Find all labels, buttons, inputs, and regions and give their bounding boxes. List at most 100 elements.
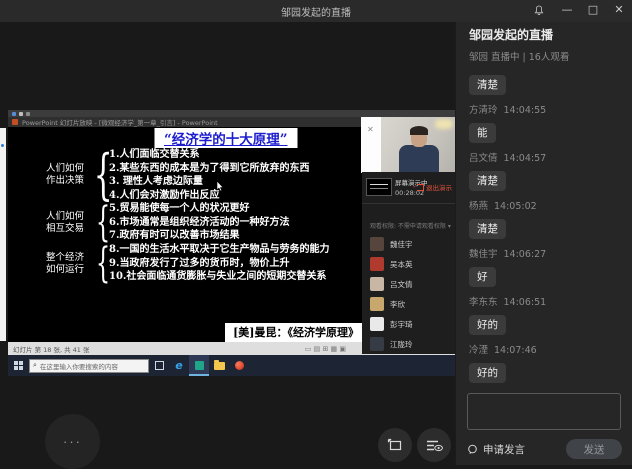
qat-icon [26, 112, 30, 116]
exit-presentation-label: 退出演示 [426, 182, 452, 192]
avatar [370, 317, 384, 331]
avatar [370, 257, 384, 271]
member-row[interactable]: 江陇玲 [362, 334, 455, 354]
member-name: 彭宇琦 [390, 319, 413, 330]
message-sender: 杨燕 [469, 201, 488, 212]
start-button-icon [14, 361, 24, 371]
avatar [370, 277, 384, 291]
chat-message: 吕文倩 14:04:57 清楚 [469, 150, 620, 191]
stream-title: 邹园发起的直播 [469, 26, 620, 43]
panel-tabs [362, 204, 455, 219]
minimize-button[interactable]: — [560, 3, 574, 17]
taskbar-search-box: ⌕ 在这里输入你要搜索的内容 [29, 359, 149, 373]
task-view-icon [149, 355, 169, 376]
exit-presentation-button[interactable]: 退出演示 [417, 182, 452, 192]
ppt-view-icons: ▭ ▤ ⊞ ▦ ▣ [305, 345, 346, 353]
share-status-row: 屏幕演示中 00:28:02 退出演示 [362, 172, 455, 202]
speak-bubble-icon [467, 444, 478, 455]
more-options-button[interactable]: ··· [45, 414, 100, 469]
group-label: 人们如何 作出决策 [46, 163, 98, 187]
group-brace: { [98, 148, 109, 202]
message-bubble: 能 [469, 123, 496, 143]
windows-taskbar: ⌕ 在这里输入你要搜索的内容 e [8, 355, 455, 376]
maximize-button[interactable]: □ [586, 3, 600, 17]
popup-close-icon[interactable]: ✕ [367, 125, 374, 134]
message-sender: 冷湮 [469, 345, 488, 356]
chat-sidebar: 邹园发起的直播 邹园 直播中 | 16人观看 清楚 方清玲14:04:55 能 … [455, 0, 632, 465]
message-sender: 方清玲 [469, 105, 498, 116]
stream-status: 邹园 直播中 | 16人观看 [469, 49, 620, 63]
popup-edge: ✕ [361, 117, 381, 173]
member-name: 吕文倩 [390, 279, 413, 290]
apply-to-speak-button[interactable]: 申请发言 [467, 442, 525, 457]
qat-icon [19, 112, 23, 116]
member-row[interactable]: 彭宇琦 [362, 314, 455, 334]
apply-to-speak-label: 申请发言 [483, 442, 525, 457]
message-meta: 方清玲14:04:55 [469, 102, 620, 116]
message-meta: 魏佳宇14:06:27 [469, 246, 620, 260]
list-eye-icon [426, 439, 443, 452]
chat-message-list[interactable]: 清楚 方清玲14:04:55 能 吕文倩 14:04:57 清楚 杨燕 14:05:… [469, 73, 620, 389]
live-control-panel: 屏幕演示中 00:28:02 退出演示 观看权限: 不需申请观看权限 ▾ 魏佳宇… [362, 172, 455, 354]
share-thumbnail [366, 178, 392, 196]
send-button[interactable]: 发送 [566, 439, 622, 459]
slide-title: “经济学的十大原理” [154, 128, 298, 148]
edge-browser-icon: e [169, 355, 189, 376]
qat-icon [12, 112, 16, 116]
message-bubble: 好的 [469, 363, 506, 383]
toggle-member-panel-button[interactable] [417, 428, 451, 462]
message-sender: 吕文倩 [469, 153, 498, 164]
chat-message: 清楚 [469, 73, 620, 95]
message-sender: 李东东 [469, 297, 498, 308]
message-time: 14:04:57 [504, 153, 547, 164]
file-explorer-icon [209, 355, 229, 376]
presenter-body [399, 145, 439, 173]
member-name: 李欣 [390, 299, 405, 310]
member-row[interactable]: 吕文倩 [362, 274, 455, 294]
switch-presentation-button[interactable] [378, 428, 412, 462]
member-row[interactable]: 魏佳宇 [362, 234, 455, 254]
ppt-quick-access-toolbar [8, 110, 455, 117]
slide-counter: 幻灯片 第 18 张, 共 41 张 [13, 344, 305, 354]
message-sender: 魏佳宇 [469, 249, 498, 260]
message-bubble: 清楚 [469, 219, 506, 239]
chat-input[interactable] [467, 393, 621, 430]
member-row[interactable]: 吴本英 [362, 254, 455, 274]
group-label: 人们如何 相互交易 [46, 211, 98, 235]
message-bubble: 好 [469, 267, 496, 287]
group-brace: { [98, 202, 109, 243]
message-bubble: 清楚 [469, 171, 506, 191]
message-meta: 吕文倩 14:04:57 [469, 150, 620, 164]
pin-notification-icon[interactable] [534, 5, 548, 16]
member-name: 魏佳宇 [390, 239, 413, 250]
permission-note: 观看权限: 不需申请观看权限 ▾ [362, 219, 455, 234]
message-time: 14:07:46 [494, 345, 537, 356]
group-label: 整个经济 如何运行 [46, 252, 98, 276]
close-button[interactable]: ✕ [612, 3, 626, 17]
share-duration: 00:28:02 [395, 189, 414, 197]
present-screen-icon [387, 438, 403, 452]
taskbar-app-icon [229, 355, 249, 376]
search-placeholder: 在这里输入你要搜索的内容 [40, 361, 118, 371]
message-bubble: 清楚 [469, 75, 506, 95]
search-icon: ⌕ [33, 361, 37, 370]
chat-message: 李东东 14:06:51 好的 [469, 294, 620, 335]
member-name: 吴本英 [390, 259, 413, 270]
background-window-edge [0, 128, 6, 341]
message-meta: 冷湮 14:07:46 [469, 342, 620, 356]
chat-message: 魏佳宇14:06:27 好 [469, 246, 620, 287]
member-row[interactable]: 李欣 [362, 294, 455, 314]
avatar [370, 237, 384, 251]
active-app-icon [189, 355, 209, 376]
message-time: 14:06:51 [504, 297, 547, 308]
webcam-light [435, 119, 453, 129]
background-window-icon [1, 144, 4, 147]
message-time: 14:05:02 [494, 201, 537, 212]
window-titlebar: 邹园发起的直播 — □ ✕ [0, 0, 632, 22]
powerpoint-logo-icon [12, 119, 18, 125]
group-brace: { [98, 243, 109, 284]
message-bubble: 好的 [469, 315, 506, 335]
member-name: 江陇玲 [390, 339, 413, 350]
member-list: 魏佳宇 吴本英 吕文倩 李欣 彭宇琦 江陇玲 杨燕 肖梦怡 [362, 234, 455, 354]
avatar [370, 297, 384, 311]
